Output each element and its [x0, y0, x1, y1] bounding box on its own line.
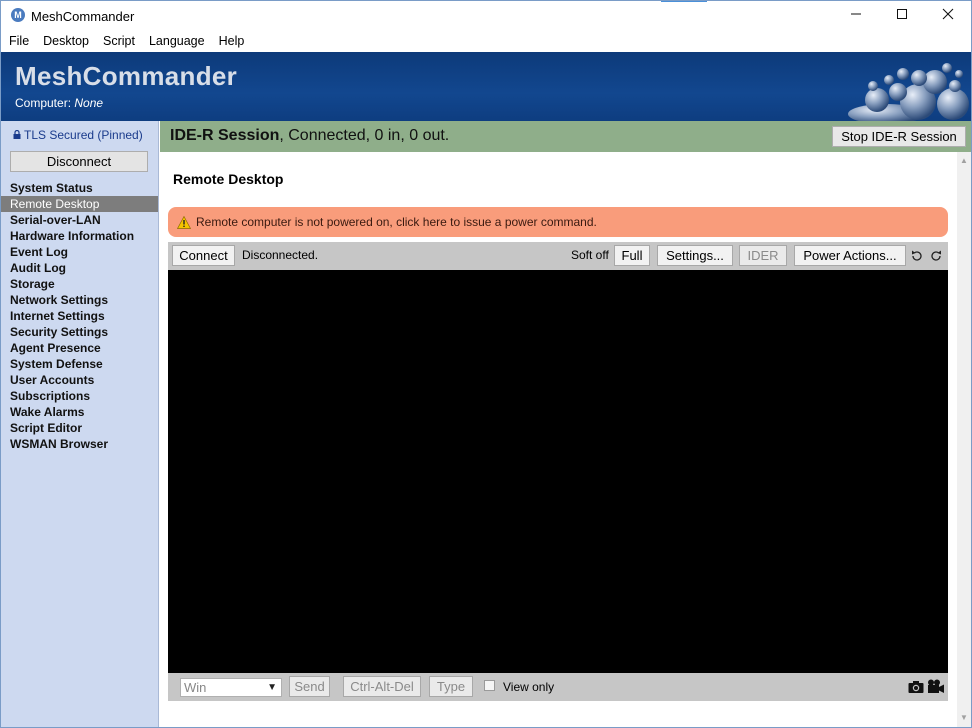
sidebar-item-event-log[interactable]: Event Log: [1, 244, 158, 260]
sidebar-item-agent-presence[interactable]: Agent Presence: [1, 340, 158, 356]
title-bar: M MeshCommander: [1, 1, 971, 31]
window-title: MeshCommander: [31, 9, 135, 24]
close-button[interactable]: [925, 1, 971, 31]
sidebar-item-system-status[interactable]: System Status: [1, 180, 158, 196]
rotate-right-icon[interactable]: [929, 249, 943, 263]
main-content: Remote Desktop Remote computer is not po…: [160, 152, 957, 727]
video-camera-icon[interactable]: [927, 679, 945, 694]
type-button[interactable]: Type: [429, 676, 473, 697]
sidebar-item-hardware-information[interactable]: Hardware Information: [1, 228, 158, 244]
scroll-down-icon[interactable]: ▼: [957, 711, 971, 725]
menu-desktop[interactable]: Desktop: [36, 31, 96, 51]
full-button[interactable]: Full: [614, 245, 650, 266]
title-accent: [661, 1, 707, 2]
page-title: Remote Desktop: [173, 171, 284, 187]
sidebar-item-remote-desktop[interactable]: Remote Desktop: [1, 196, 158, 212]
rotate-left-icon[interactable]: [910, 249, 924, 263]
connection-status: Disconnected.: [242, 248, 319, 262]
menu-help[interactable]: Help: [212, 31, 252, 51]
power-state: Soft off: [571, 248, 609, 262]
sidebar-item-system-defense[interactable]: System Defense: [1, 356, 158, 372]
computer-value: None: [74, 96, 104, 110]
sidebar: TLS Secured (Pinned) Disconnect System S…: [1, 121, 159, 727]
desktop-bottom-bar: Win ▼ Send Ctrl-Alt-Del Type View only: [168, 673, 948, 701]
warning-text: Remote computer is not powered on, click…: [196, 215, 597, 229]
disconnect-button[interactable]: Disconnect: [10, 151, 148, 172]
sidebar-nav: System Status Remote Desktop Serial-over…: [1, 180, 158, 452]
minimize-icon: [851, 13, 861, 15]
sidebar-item-script-editor[interactable]: Script Editor: [1, 420, 158, 436]
computer-label-text: Computer:: [15, 96, 72, 110]
sidebar-item-subscriptions[interactable]: Subscriptions: [1, 388, 158, 404]
camera-icon[interactable]: [908, 680, 924, 694]
sidebar-item-network-settings[interactable]: Network Settings: [1, 292, 158, 308]
ider-button[interactable]: IDER: [739, 245, 787, 266]
menu-language[interactable]: Language: [142, 31, 212, 51]
sidebar-item-internet-settings[interactable]: Internet Settings: [1, 308, 158, 324]
menu-bar: File Desktop Script Language Help: [1, 31, 971, 51]
power-warning-banner[interactable]: Remote computer is not powered on, click…: [168, 207, 948, 237]
tls-text: TLS Secured (Pinned): [24, 128, 143, 142]
brand-title: MeshCommander: [15, 61, 238, 91]
tls-status: TLS Secured (Pinned): [13, 128, 143, 142]
view-only-label: View only: [503, 680, 555, 694]
sidebar-item-serial-over-lan[interactable]: Serial-over-LAN: [1, 212, 158, 228]
session-status: IDE-R Session, Connected, 0 in, 0 out.: [170, 127, 449, 145]
sidebar-item-wsman-browser[interactable]: WSMAN Browser: [1, 436, 158, 452]
power-actions-button[interactable]: Power Actions...: [794, 245, 906, 266]
sidebar-item-wake-alarms[interactable]: Wake Alarms: [1, 404, 158, 420]
menu-script[interactable]: Script: [96, 31, 142, 51]
session-title: IDE-R Session: [170, 127, 280, 144]
connect-button[interactable]: Connect: [172, 245, 235, 266]
maximize-button[interactable]: [879, 1, 925, 31]
sidebar-item-storage[interactable]: Storage: [1, 276, 158, 292]
desktop-toolbar: Connect Disconnected. Soft off Full Sett…: [168, 242, 948, 270]
app-window: M MeshCommander File Desktop Script Languag…: [0, 0, 972, 728]
minimize-button[interactable]: [833, 1, 879, 31]
close-icon: [942, 8, 954, 20]
remote-desktop-screen[interactable]: [168, 270, 948, 673]
key-select-value: Win: [184, 680, 207, 695]
view-only-checkbox[interactable]: [484, 680, 495, 691]
sidebar-item-security-settings[interactable]: Security Settings: [1, 324, 158, 340]
session-status-text: , Connected, 0 in, 0 out.: [279, 127, 450, 144]
header-banner: MeshCommander Computer: None: [1, 52, 971, 121]
lock-icon: [13, 130, 21, 139]
computer-label: Computer: None: [15, 96, 103, 110]
app-icon: M: [11, 8, 25, 22]
warning-icon: [177, 216, 191, 229]
session-bar: IDE-R Session, Connected, 0 in, 0 out. S…: [160, 121, 971, 152]
key-select[interactable]: Win ▼: [180, 678, 282, 697]
bubbles-logo: [801, 52, 971, 121]
main-scrollbar[interactable]: ▲ ▼: [957, 152, 971, 727]
ctrl-alt-del-button[interactable]: Ctrl-Alt-Del: [343, 676, 421, 697]
maximize-icon: [897, 9, 907, 19]
chevron-down-icon: ▼: [267, 682, 277, 693]
menu-file[interactable]: File: [1, 31, 36, 51]
settings-button[interactable]: Settings...: [657, 245, 733, 266]
sidebar-item-user-accounts[interactable]: User Accounts: [1, 372, 158, 388]
stop-ider-session-button[interactable]: Stop IDE-R Session: [832, 126, 966, 147]
send-button[interactable]: Send: [289, 676, 330, 697]
scroll-up-icon[interactable]: ▲: [957, 154, 971, 168]
sidebar-item-audit-log[interactable]: Audit Log: [1, 260, 158, 276]
